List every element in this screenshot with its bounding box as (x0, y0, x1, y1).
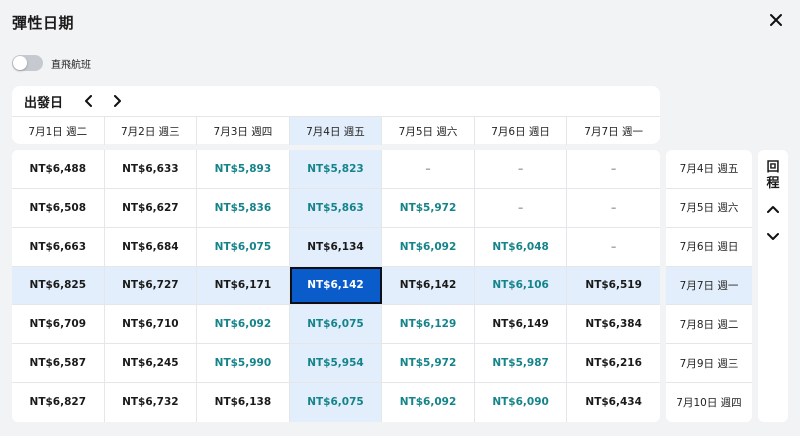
departure-day[interactable]: 7月4日 週五 (289, 117, 383, 145)
price-cell[interactable]: NT$6,732 (105, 383, 198, 422)
chevron-left-icon[interactable] (81, 93, 97, 109)
price-cell[interactable]: NT$6,684 (105, 227, 198, 266)
price-cell[interactable]: NT$6,142 (382, 266, 475, 305)
price-cell[interactable]: NT$6,434 (567, 383, 660, 422)
price-cell[interactable]: NT$6,727 (105, 266, 198, 305)
return-days: 7月4日 週五 7月5日 週六 7月6日 週日 7月7日 週一 7月8日 週二 7月9日 … (666, 150, 752, 422)
price-row: NT$6,709 NT$6,710 NT$6,092 NT$6,075 NT$6,129… (12, 305, 660, 345)
departure-day[interactable]: 7月7日 週一 (567, 117, 660, 145)
price-row: NT$6,663 NT$6,684 NT$6,075 NT$6,134 NT$6,092… (12, 227, 660, 267)
return-title: 回 程 (758, 160, 788, 192)
chevron-up-icon[interactable] (765, 202, 781, 218)
return-day[interactable]: 7月8日 週二 (666, 305, 752, 345)
price-row: NT$6,825 NT$6,727 NT$6,171 NT$6,142 NT$6,142… (12, 266, 660, 306)
price-cell[interactable]: NT$6,825 (12, 266, 105, 305)
departure-day[interactable]: 7月6日 週日 (475, 117, 568, 145)
price-row: NT$6,827 NT$6,732 NT$6,138 NT$6,075 NT$6,092… (12, 383, 660, 422)
price-cell[interactable]: NT$6,138 (197, 383, 290, 422)
price-cell[interactable]: NT$6,384 (567, 305, 660, 343)
return-day[interactable]: 7月9日 週三 (666, 344, 752, 384)
price-cell: – (475, 150, 568, 188)
close-icon[interactable] (766, 10, 786, 30)
price-cell[interactable]: NT$5,987 (475, 344, 568, 383)
price-cell[interactable]: NT$6,710 (105, 305, 198, 344)
price-cell: – (475, 188, 568, 227)
price-cell[interactable]: NT$6,092 (382, 383, 475, 422)
price-cell: – (611, 201, 617, 214)
price-grid: NT$6,488 NT$6,633 NT$5,893 NT$5,823– – – NT$6,… (12, 150, 660, 422)
departure-day[interactable]: 7月1日 週二 (12, 117, 105, 145)
price-cell[interactable]: NT$6,075 (197, 227, 290, 266)
price-cell[interactable]: NT$5,893 (197, 150, 290, 188)
departure-title-row: 出發日 (24, 90, 137, 112)
price-cell[interactable]: NT$6,827 (12, 383, 105, 422)
price-cell[interactable]: NT$6,129 (382, 305, 475, 344)
price-cell[interactable]: NT$5,972 (382, 188, 475, 227)
price-row: NT$6,508 NT$6,627 NT$5,836 NT$5,863 NT$5,972… (12, 188, 660, 228)
price-cell: – (382, 150, 475, 188)
price-cell[interactable]: NT$6,075 (289, 383, 383, 422)
return-side-panel: 回 程 (758, 150, 788, 422)
price-row: NT$6,587 NT$6,245 NT$5,990 NT$5,954 NT$5,972… (12, 344, 660, 384)
price-cell[interactable]: NT$6,048 (475, 227, 568, 266)
selected-price-cell[interactable]: NT$6,142 (289, 266, 383, 305)
price-cell[interactable]: NT$6,663 (12, 227, 105, 266)
price-cell[interactable]: NT$5,954 (289, 344, 383, 383)
price-cell[interactable]: NT$6,519 (567, 267, 660, 305)
price-cell[interactable]: NT$6,134 (289, 227, 383, 266)
price-cell[interactable]: NT$6,508 (12, 188, 105, 227)
return-title-line1: 回 (766, 160, 780, 175)
price-cell[interactable]: NT$5,836 (197, 188, 290, 227)
price-cell[interactable]: NT$6,709 (12, 305, 105, 344)
price-cell[interactable]: NT$5,990 (197, 344, 290, 383)
price-cell[interactable]: NT$6,171 (197, 266, 290, 305)
direct-flights-label: 直飛航班 (51, 59, 91, 71)
chevron-right-icon[interactable] (109, 93, 125, 109)
departure-title: 出發日 (24, 95, 64, 111)
price-cell[interactable]: NT$5,823 (289, 150, 383, 188)
price-cell[interactable]: NT$5,863 (289, 188, 383, 227)
flexible-dates-dialog: 彈性日期 直飛航班 出發日 7月1日 週二 7月2日 週三 7月3日 週四 7月4日 … (0, 0, 800, 436)
direct-flights-toggle-row: 直飛航班 (12, 54, 91, 72)
price-cell[interactable]: NT$6,106 (475, 266, 568, 305)
departure-day[interactable]: 7月5日 週六 (382, 117, 475, 145)
price-cell[interactable]: NT$6,090 (475, 383, 568, 422)
return-day[interactable]: 7月5日 週六 (666, 189, 752, 228)
price-cell[interactable]: NT$6,587 (12, 344, 105, 383)
price-cell[interactable]: NT$6,216 (567, 344, 660, 382)
chevron-down-icon[interactable] (765, 228, 781, 244)
price-cell[interactable]: NT$6,627 (105, 188, 198, 227)
departure-day[interactable]: 7月3日 週四 (197, 117, 290, 145)
return-day[interactable]: 7月6日 週日 (666, 228, 752, 267)
price-cell[interactable]: NT$6,092 (197, 305, 290, 344)
departure-days: 7月1日 週二 7月2日 週三 7月3日 週四 7月4日 週五 7月5日 週六 7月6日 … (12, 116, 660, 145)
price-cell[interactable]: NT$6,245 (105, 344, 198, 383)
price-cell[interactable]: NT$6,149 (475, 305, 568, 344)
price-cell[interactable]: NT$6,092 (382, 227, 475, 266)
price-cell[interactable]: NT$6,488 (12, 150, 105, 188)
price-cell[interactable]: NT$6,075 (289, 305, 383, 344)
departure-header: 出發日 7月1日 週二 7月2日 週三 7月3日 週四 7月4日 週五 7月5日 週六 7… (12, 86, 660, 145)
price-cell[interactable]: NT$5,972 (382, 344, 475, 383)
direct-flights-toggle[interactable] (12, 55, 43, 71)
price-cell[interactable]: NT$6,633 (105, 150, 198, 188)
price-row: NT$6,488 NT$6,633 NT$5,893 NT$5,823– – – (12, 150, 660, 189)
return-day[interactable]: 7月7日 週一 (666, 266, 752, 306)
price-cell: – (611, 162, 617, 175)
dialog-title: 彈性日期 (12, 14, 75, 32)
return-title-line2: 程 (766, 176, 780, 191)
return-day[interactable]: 7月10日 週四 (666, 383, 752, 422)
price-cell: – (611, 240, 617, 253)
departure-day[interactable]: 7月2日 週三 (105, 117, 198, 145)
return-day[interactable]: 7月4日 週五 (666, 150, 752, 189)
